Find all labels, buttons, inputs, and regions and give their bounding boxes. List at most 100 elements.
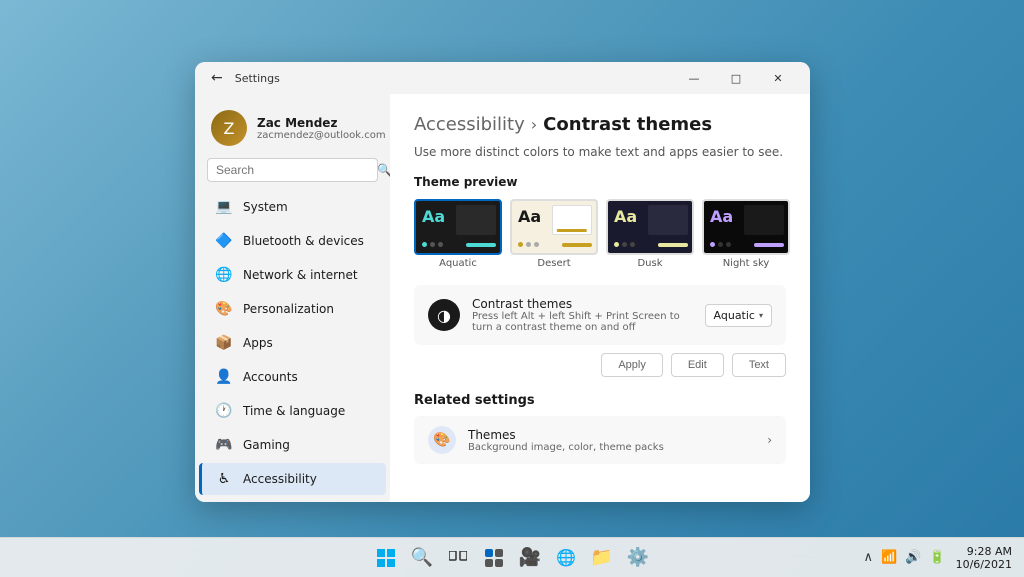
theme-preview-dusk: Aa: [606, 199, 694, 255]
themes-label: Themes: [468, 428, 755, 442]
sidebar-item-apps[interactable]: 📦 Apps: [199, 327, 386, 359]
taskbar-time: 9:28 AM: [956, 545, 1012, 558]
sidebar-item-gaming[interactable]: 🎮 Gaming: [199, 429, 386, 461]
user-name: Zac Mendez: [257, 116, 386, 130]
theme-card-night-sky[interactable]: Aa Night sky: [702, 199, 790, 269]
theme-name-night-sky: Night sky: [702, 258, 790, 269]
sidebar-item-label: Network & internet: [243, 268, 358, 282]
bluetooth-icon: 🔷: [215, 232, 233, 250]
sidebar-item-label: Personalization: [243, 302, 334, 316]
theme-aa-text: Aa: [422, 207, 445, 226]
taskbar-settings-button[interactable]: ⚙️: [623, 543, 653, 573]
edit-button[interactable]: Edit: [671, 353, 724, 377]
dropdown-arrow-icon: ▾: [759, 311, 763, 320]
taskbar-edge-button[interactable]: 🌐: [551, 543, 581, 573]
theme-card-dusk[interactable]: Aa Dusk: [606, 199, 694, 269]
theme-card-inner: [648, 205, 688, 235]
contrast-themes-row: ◑ Contrast themes Press left Alt + left …: [414, 285, 786, 345]
theme-aa-text: Aa: [518, 207, 541, 226]
taskbar-explorer-button[interactable]: 📁: [587, 543, 617, 573]
breadcrumb-current: Contrast themes: [543, 114, 712, 135]
taskbar-date: 10/6/2021: [956, 558, 1012, 571]
sidebar-item-network[interactable]: 🌐 Network & internet: [199, 259, 386, 291]
minimize-button[interactable]: —: [674, 64, 714, 92]
sidebar-item-label: System: [243, 200, 288, 214]
user-info: Zac Mendez zacmendez@outlook.com: [257, 116, 386, 141]
taskbar-camera-button[interactable]: 🎥: [515, 543, 545, 573]
theme-card-desert[interactable]: Aa Desert: [510, 199, 598, 269]
system-icon: 💻: [215, 198, 233, 216]
window-title: Settings: [235, 72, 280, 85]
contrast-toggle-icon: ◑: [428, 299, 460, 331]
sidebar-item-accessibility[interactable]: ♿ Accessibility: [199, 463, 386, 495]
sidebar: Z Zac Mendez zacmendez@outlook.com 🔍 💻 S…: [195, 94, 390, 502]
contrast-hint: Press left Alt + left Shift + Print Scre…: [472, 311, 693, 333]
breadcrumb-separator: ›: [531, 115, 537, 134]
sidebar-item-label: Accessibility: [243, 472, 317, 486]
taskbar-expand-icon[interactable]: ∧: [862, 548, 876, 567]
taskbar-search-button[interactable]: 🔍: [407, 543, 437, 573]
taskbar-clock[interactable]: 9:28 AM 10/6/2021: [956, 545, 1012, 571]
related-settings-title: Related settings: [414, 393, 786, 408]
accounts-icon: 👤: [215, 368, 233, 386]
close-button[interactable]: ✕: [758, 64, 798, 92]
sidebar-item-time[interactable]: 🕐 Time & language: [199, 395, 386, 427]
search-box[interactable]: 🔍: [207, 158, 378, 182]
theme-card-inner: [456, 205, 496, 235]
taskbar-battery-icon[interactable]: 🔋: [927, 548, 947, 567]
sidebar-item-bluetooth[interactable]: 🔷 Bluetooth & devices: [199, 225, 386, 257]
taskbar-widgets-button[interactable]: [479, 543, 509, 573]
taskbar-wifi-icon[interactable]: 📶: [879, 548, 899, 567]
text-button[interactable]: Text: [732, 353, 786, 377]
theme-name-aquatic: Aquatic: [414, 258, 502, 269]
theme-card-inner: [552, 205, 592, 235]
taskbar-volume-icon[interactable]: 🔊: [903, 548, 923, 567]
sidebar-item-accounts[interactable]: 👤 Accounts: [199, 361, 386, 393]
apps-icon: 📦: [215, 334, 233, 352]
apply-button[interactable]: Apply: [601, 353, 663, 377]
theme-previews: Aa Aquatic Aa: [414, 199, 786, 269]
search-input[interactable]: [216, 163, 371, 177]
taskbar-center: 🔍 🎥 🌐 📁 ⚙️: [371, 543, 653, 573]
page-description: Use more distinct colors to make text an…: [414, 145, 786, 159]
user-email: zacmendez@outlook.com: [257, 130, 386, 141]
sidebar-item-label: Bluetooth & devices: [243, 234, 364, 248]
related-item-themes[interactable]: 🎨 Themes Background image, color, theme …: [414, 416, 786, 464]
theme-name-desert: Desert: [510, 258, 598, 269]
preview-dots: [518, 242, 539, 247]
preview-bar: [754, 243, 784, 247]
theme-preview-title: Theme preview: [414, 175, 786, 189]
preview-bar: [658, 243, 688, 247]
taskbar-taskview-button[interactable]: [443, 543, 473, 573]
time-icon: 🕐: [215, 402, 233, 420]
avatar[interactable]: Z: [211, 110, 247, 146]
dropdown-value: Aquatic: [714, 309, 755, 322]
maximize-button[interactable]: □: [716, 64, 756, 92]
sidebar-item-system[interactable]: 💻 System: [199, 191, 386, 223]
contrast-theme-dropdown[interactable]: Aquatic ▾: [705, 304, 772, 327]
preview-bar: [466, 243, 496, 247]
sidebar-item-label: Accounts: [243, 370, 298, 384]
breadcrumb-parent[interactable]: Accessibility: [414, 114, 525, 135]
sidebar-item-label: Gaming: [243, 438, 290, 452]
user-section: Z Zac Mendez zacmendez@outlook.com: [195, 102, 390, 158]
theme-preview-night: Aa: [702, 199, 790, 255]
breadcrumb: Accessibility › Contrast themes: [414, 114, 786, 135]
preview-dots: [614, 242, 635, 247]
personalization-icon: 🎨: [215, 300, 233, 318]
sidebar-item-security[interactable]: 🛡️ Security & privacy: [199, 497, 386, 502]
taskbar: 🔍 🎥 🌐 📁 ⚙️ ∧ 📶 🔊 🔋 9:28 AM 10/6/2021: [0, 537, 1024, 577]
theme-aa-text: Aa: [614, 207, 637, 226]
preview-dots: [422, 242, 443, 247]
preview-bar: [562, 243, 592, 247]
theme-card-aquatic[interactable]: Aa Aquatic: [414, 199, 502, 269]
taskbar-sys-icons: ∧ 📶 🔊 🔋: [862, 548, 948, 567]
action-buttons: Apply Edit Text: [414, 353, 786, 377]
contrast-label: Contrast themes: [472, 297, 693, 311]
back-button[interactable]: ←: [207, 68, 227, 88]
sidebar-item-personalization[interactable]: 🎨 Personalization: [199, 293, 386, 325]
gaming-icon: 🎮: [215, 436, 233, 454]
accessibility-icon: ♿: [215, 470, 233, 488]
taskbar-start-button[interactable]: [371, 543, 401, 573]
preview-dots: [710, 242, 731, 247]
